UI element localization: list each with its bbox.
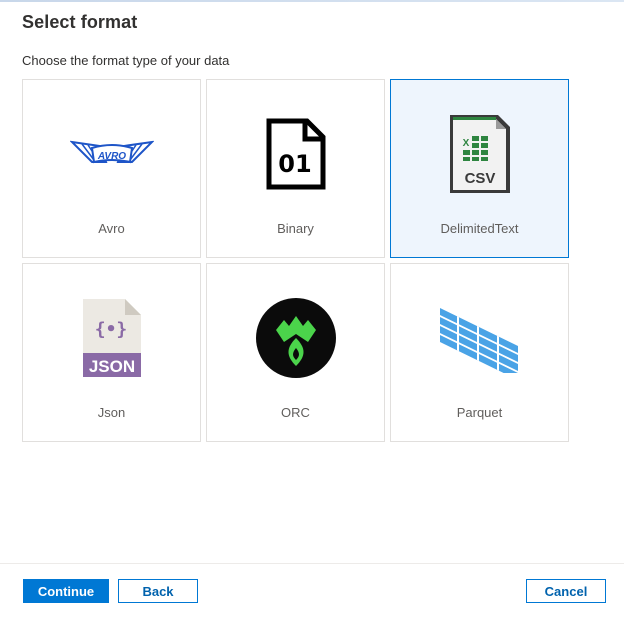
binary-file-text: 01 xyxy=(278,150,311,178)
format-tile-delimitedtext[interactable]: X CSV DelimitedText xyxy=(390,79,569,258)
parquet-logo-icon xyxy=(435,296,525,380)
format-tile-binary[interactable]: 01 Binary xyxy=(206,79,385,258)
format-tile-avro[interactable]: AVRO Avro xyxy=(22,79,201,258)
format-tile-orc[interactable]: ORC xyxy=(206,263,385,442)
orc-logo-icon xyxy=(251,296,341,380)
back-button[interactable]: Back xyxy=(118,579,198,603)
format-label-delimitedtext: DelimitedText xyxy=(440,221,519,236)
continue-button[interactable]: Continue xyxy=(23,579,109,603)
cancel-button[interactable]: Cancel xyxy=(526,579,606,603)
page-title: Select format xyxy=(22,12,138,32)
format-tile-json[interactable]: {•} JSON Json xyxy=(22,263,201,442)
format-grid: AVRO Avro 01 Binary X CSV DelimitedText … xyxy=(22,79,570,442)
format-label-parquet: Parquet xyxy=(456,405,503,420)
json-braces-text: {•} xyxy=(94,319,127,340)
avro-logo-text: AVRO xyxy=(96,151,125,162)
json-file-icon: {•} JSON xyxy=(67,296,157,380)
csv-x-text: X xyxy=(462,138,469,149)
format-tile-parquet[interactable]: Parquet xyxy=(390,263,569,442)
binary-file-icon: 01 xyxy=(251,112,341,196)
page-subtitle: Choose the format type of your data xyxy=(22,53,230,68)
select-format-panel: Select format Choose the format type of … xyxy=(0,0,624,618)
format-label-binary: Binary xyxy=(277,221,314,236)
footer-divider xyxy=(0,563,624,564)
format-label-json: Json xyxy=(97,405,126,420)
json-file-text: JSON xyxy=(88,357,134,376)
csv-file-text: CSV xyxy=(464,170,495,187)
format-label-orc: ORC xyxy=(281,405,310,420)
csv-file-icon: X CSV xyxy=(435,112,525,196)
avro-logo-icon: AVRO xyxy=(67,112,157,196)
top-accent-bar xyxy=(0,0,624,2)
format-label-avro: Avro xyxy=(98,221,125,236)
